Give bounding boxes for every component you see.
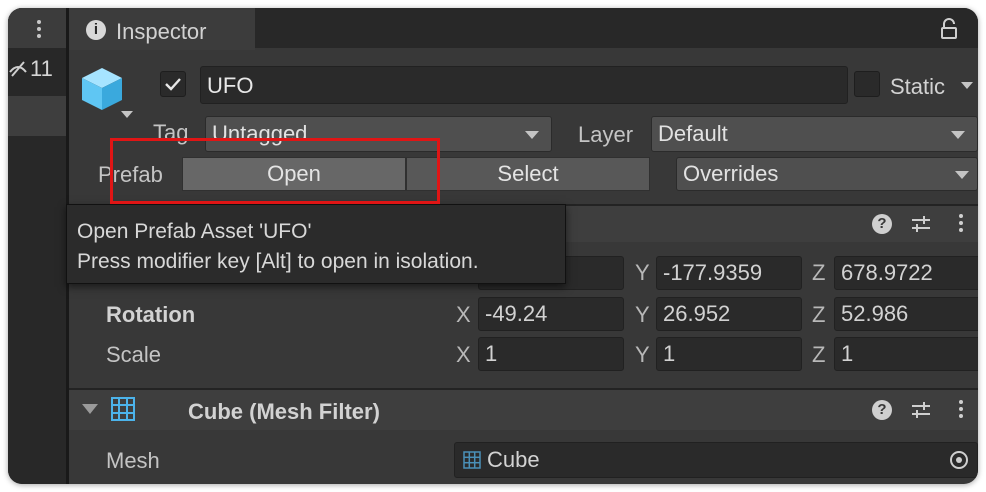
scale-z-value: 1: [841, 341, 854, 366]
mesh-grid-icon: [110, 396, 136, 427]
foldout-arrow-icon[interactable]: [82, 404, 98, 414]
position-y-value: -177.9359: [663, 260, 763, 285]
scale-label: Scale: [106, 342, 162, 367]
scale-x-value: 1: [485, 341, 498, 366]
hierarchy-selected-row[interactable]: [8, 96, 66, 136]
prefab-select-button[interactable]: Select: [406, 157, 650, 191]
chevron-down-icon: [951, 131, 965, 139]
active-checkbox[interactable]: [160, 71, 186, 97]
chevron-down-icon: [955, 171, 969, 179]
position-z-value: 678.9722: [841, 260, 933, 285]
static-dropdown-arrow[interactable]: [961, 82, 973, 89]
scale-y-value: 1: [663, 341, 676, 366]
prefab-overrides-dropdown[interactable]: Overrides: [676, 157, 978, 191]
static-label: Static: [890, 74, 946, 99]
chevron-down-icon: [525, 131, 539, 139]
position-z-axis: Z: [812, 260, 826, 285]
scale-y-field[interactable]: 1: [656, 337, 802, 371]
scale-x-axis: X: [456, 342, 471, 367]
component-menu-icon[interactable]: [958, 213, 964, 235]
scene-visibility-icon[interactable]: [8, 58, 28, 85]
highlight-box: [110, 138, 440, 204]
mesh-grid-icon: [463, 451, 481, 474]
component-menu-icon[interactable]: [958, 399, 964, 421]
scale-z-field[interactable]: 1: [834, 337, 978, 371]
rotation-y-axis: Y: [635, 302, 650, 327]
rotation-label: Rotation: [106, 302, 196, 327]
layer-value: Default: [658, 121, 728, 146]
static-checkbox[interactable]: [854, 71, 880, 97]
tooltip-line-1: Open Prefab Asset 'UFO': [77, 220, 312, 243]
rotation-x-value: -49.24: [485, 301, 548, 326]
icon-dropdown-arrow[interactable]: [121, 111, 133, 118]
layer-dropdown[interactable]: Default: [651, 116, 978, 152]
tooltip-line-2: Press modifier key [Alt] to open in isol…: [77, 250, 479, 273]
scale-y-axis: Y: [635, 342, 650, 367]
position-z-field[interactable]: 678.9722: [834, 256, 978, 290]
lock-icon[interactable]: [940, 18, 958, 45]
mesh-label: Mesh: [106, 448, 160, 473]
preset-sliders-icon[interactable]: [910, 399, 932, 426]
hidden-count: 11: [30, 56, 53, 81]
rotation-z-value: 52.986: [841, 301, 909, 326]
position-y-axis: Y: [635, 260, 650, 285]
rotation-z-field[interactable]: 52.986: [834, 297, 978, 331]
inspector-window: 11 i Inspector UFO Static Tag Untagged L…: [8, 8, 978, 484]
rotation-y-field[interactable]: 26.952: [656, 297, 802, 331]
tab-inspector-label: Inspector: [116, 19, 207, 44]
overrides-label: Overrides: [683, 161, 779, 186]
rotation-x-field[interactable]: -49.24: [478, 297, 624, 331]
tooltip: Open Prefab Asset 'UFO' Press modifier k…: [66, 204, 566, 284]
scale-x-field[interactable]: 1: [478, 337, 624, 371]
rotation-y-value: 26.952: [663, 301, 731, 326]
rotation-z-axis: Z: [812, 302, 826, 327]
mesh-filter-title: Cube (Mesh Filter): [188, 399, 380, 424]
object-picker-icon[interactable]: [949, 450, 969, 470]
mesh-object-field[interactable]: Cube: [454, 442, 978, 478]
preset-sliders-icon[interactable]: [910, 213, 932, 240]
layer-label: Layer: [578, 122, 634, 147]
gameobject-name-input[interactable]: UFO: [200, 66, 848, 104]
tab-fragment: [8, 16, 16, 38]
rotation-x-axis: X: [456, 302, 471, 327]
mesh-value: Cube: [487, 447, 540, 472]
help-icon[interactable]: ?: [872, 400, 892, 420]
help-icon[interactable]: ?: [872, 214, 892, 234]
info-icon: i: [86, 20, 106, 40]
gameobject-name-value: UFO: [207, 73, 254, 98]
scale-z-axis: Z: [812, 342, 826, 367]
gameobject-cube-icon: [80, 66, 124, 117]
hierarchy-menu-icon[interactable]: [36, 18, 42, 40]
position-y-field[interactable]: -177.9359: [656, 256, 802, 290]
